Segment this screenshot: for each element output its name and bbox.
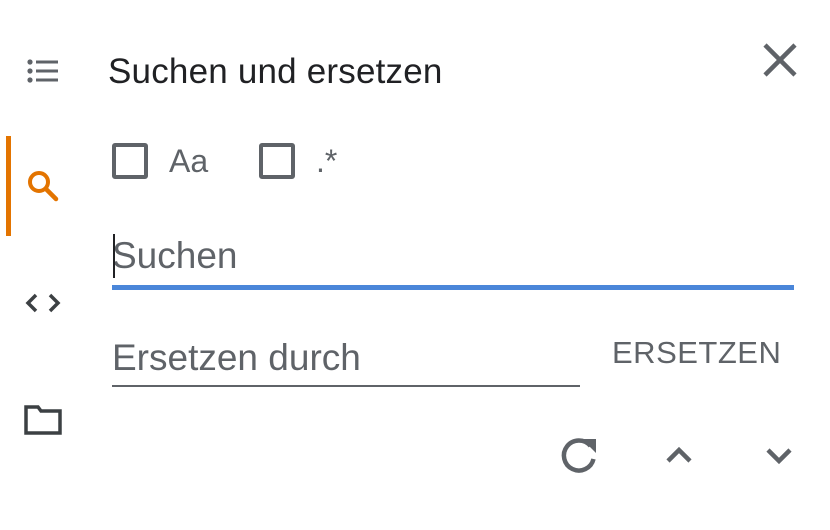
text-caret <box>113 234 115 278</box>
next-match-button[interactable] <box>754 430 804 480</box>
chevron-down-icon <box>766 448 792 465</box>
code-icon <box>25 293 61 313</box>
rail-item-search[interactable] <box>20 162 66 208</box>
previous-match-button[interactable] <box>654 430 704 480</box>
match-case-checkbox[interactable] <box>112 143 148 179</box>
replace-button[interactable]: ERSETZEN <box>612 328 781 378</box>
rail-item-code-snippets[interactable] <box>20 280 66 326</box>
match-case-label: Aa <box>169 142 209 179</box>
close-button[interactable] <box>756 36 804 84</box>
folder-icon <box>24 405 62 435</box>
chevron-up-icon <box>666 446 692 463</box>
refresh-icon <box>561 438 596 473</box>
regex-checkbox[interactable] <box>259 143 295 179</box>
replace-input[interactable] <box>112 330 580 385</box>
regex-label: .* <box>316 142 338 179</box>
find-replace-panel: Suchen und ersetzen Aa .* ERSETZEN <box>0 0 830 530</box>
list-icon <box>27 59 58 83</box>
search-input[interactable] <box>112 226 794 285</box>
panel-title: Suchen und ersetzen <box>108 52 443 91</box>
rail-item-table-of-contents[interactable] <box>20 48 66 94</box>
rail-active-indicator <box>6 136 11 236</box>
close-icon <box>763 43 797 77</box>
search-field[interactable] <box>112 226 794 290</box>
rail-item-files[interactable] <box>20 396 66 442</box>
search-icon <box>28 171 59 202</box>
match-case-option[interactable]: Aa <box>112 136 208 186</box>
replace-field[interactable] <box>112 330 580 387</box>
regex-option[interactable]: .* <box>259 136 337 186</box>
replace-all-button[interactable] <box>554 430 604 480</box>
